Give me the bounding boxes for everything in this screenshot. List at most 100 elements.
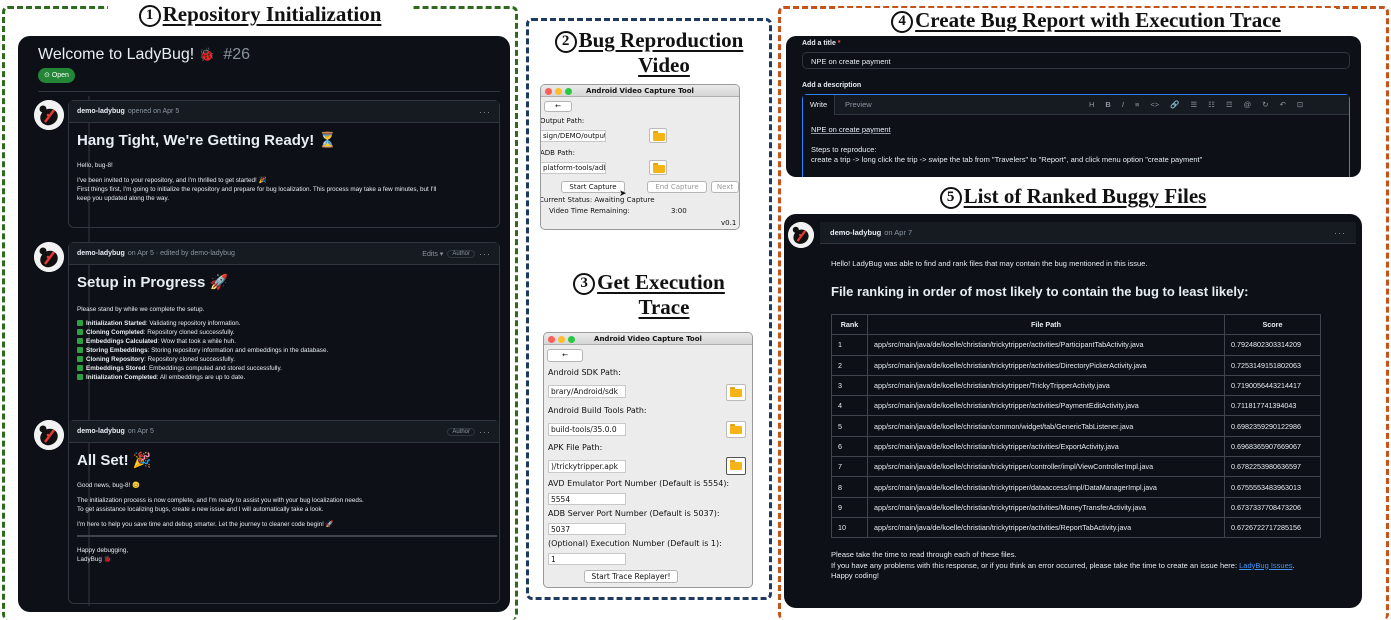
- step-text: : Repository cloned successfully.: [143, 329, 235, 336]
- maximize-window-button[interactable]: [568, 336, 575, 343]
- folder-icon[interactable]: [726, 384, 746, 401]
- section-title-4: 4 Create Bug Report with Execution Trace: [836, 8, 1336, 33]
- more-options-icon[interactable]: ···: [1334, 228, 1346, 238]
- folder-icon[interactable]: [726, 457, 746, 475]
- start-capture-button[interactable]: Start Capture: [561, 181, 625, 193]
- comment-author[interactable]: demo-ladybug: [77, 428, 125, 435]
- avatar[interactable]: [788, 222, 814, 248]
- comment-text: LadyBug 🐞: [77, 556, 112, 563]
- more-options-icon[interactable]: ···: [479, 107, 491, 117]
- tab-write[interactable]: Write: [803, 95, 835, 115]
- comment-author[interactable]: demo-ladybug: [77, 250, 125, 257]
- comment-text: The initialization process is now comple…: [77, 497, 364, 504]
- code-icon[interactable]: <>: [1150, 95, 1159, 115]
- heading-icon[interactable]: H: [1089, 95, 1094, 115]
- task-list-icon[interactable]: ☲: [1226, 95, 1233, 115]
- edits-dropdown[interactable]: Edits ▾: [422, 250, 443, 258]
- unordered-list-icon[interactable]: ☰: [1190, 95, 1197, 115]
- start-trace-replayer-button[interactable]: Start Trace Replayer!: [584, 570, 678, 583]
- adb-path-input[interactable]: platform-tools/adb: [541, 162, 606, 174]
- more-options-icon[interactable]: ···: [479, 249, 491, 259]
- ladybug-avatar-icon: [788, 222, 814, 248]
- author-badge: Author: [447, 249, 475, 258]
- folder-icon[interactable]: [649, 128, 667, 143]
- table-row: 5 app/src/main/java/de/koelle/christian/c…: [831, 415, 1321, 437]
- folder-icon[interactable]: [726, 421, 746, 438]
- ranking-heading: File ranking in order of most likely to …: [831, 284, 1249, 299]
- section-title-2-line2: Video: [638, 52, 690, 77]
- rank-cell: 4: [831, 395, 868, 417]
- avatar[interactable]: [34, 420, 64, 450]
- ladybug-avatar-icon: [34, 100, 64, 130]
- undo-icon[interactable]: ↶: [1280, 95, 1286, 115]
- description-editor[interactable]: Write Preview H B I ≡ <> 🔗 ☰ ☷ ☲ @ ↻ ↶ ⊡…: [802, 94, 1350, 177]
- title-label: Add a title *: [802, 40, 841, 47]
- ladybug-issues-link[interactable]: LadyBug Issues: [1239, 561, 1292, 570]
- end-capture-button[interactable]: End Capture: [647, 181, 707, 193]
- italic-icon[interactable]: I: [1122, 95, 1124, 115]
- bold-icon[interactable]: B: [1105, 95, 1110, 115]
- rank-cell: 6: [831, 435, 868, 458]
- close-window-button[interactable]: [545, 88, 552, 95]
- comment-text: First things first, I'm going to initial…: [77, 186, 437, 193]
- fullscreen-icon[interactable]: ⊡: [1297, 95, 1303, 115]
- step-text: : Wow that took a while huh.: [157, 338, 237, 345]
- comment-text: Good news, bug-8! 😊: [77, 482, 140, 489]
- ranking-table: Rank File Path Score 1 app/src/main/java/…: [831, 313, 1321, 539]
- close-window-button[interactable]: [548, 336, 555, 343]
- mention-icon[interactable]: @: [1244, 95, 1252, 115]
- execution-number-input[interactable]: 1: [548, 553, 626, 565]
- avd-port-input[interactable]: 5554: [548, 493, 626, 505]
- score-cell: 0.6755553483963013: [1224, 476, 1321, 498]
- avatar[interactable]: [34, 100, 64, 130]
- comment-author[interactable]: demo-ladybug: [77, 108, 125, 115]
- checkbox-icon: [77, 329, 83, 335]
- section-title-5-text: List of Ranked Buggy Files: [963, 184, 1207, 208]
- folder-icon[interactable]: [649, 160, 667, 175]
- more-options-icon[interactable]: ···: [479, 427, 491, 437]
- setup-step: Embeddings Calculated: Wow that took a w…: [77, 337, 497, 346]
- file-path-cell: app/src/main/java/de/koelle/christian/tr…: [867, 435, 1225, 458]
- issue-panel: Welcome to LadyBug! 🐞 #26 ⊙ Open demo-la…: [18, 36, 510, 612]
- next-button[interactable]: Next: [711, 181, 739, 193]
- maximize-window-button[interactable]: [565, 88, 572, 95]
- table-row: 7 app/src/main/java/de/koelle/christian/t…: [831, 456, 1321, 478]
- section-title-5: 5 List of Ranked Buggy Files: [908, 184, 1238, 209]
- video-capture-window: Android Video Capture Tool ← Output Path…: [540, 84, 740, 230]
- comment-header: demo-ladybug opened on Apr 5 ···: [69, 101, 499, 123]
- reference-icon[interactable]: ↻: [1262, 95, 1268, 115]
- quote-icon[interactable]: ≡: [1135, 95, 1139, 115]
- minimize-window-button[interactable]: [558, 336, 565, 343]
- step-text: : Repository cloned successfully.: [144, 356, 235, 363]
- comment-text: keep you updated along the way.: [77, 195, 169, 202]
- minimize-window-button[interactable]: [555, 88, 562, 95]
- step-label: Cloning Completed: [86, 329, 144, 336]
- ordered-list-icon[interactable]: ☷: [1208, 95, 1215, 115]
- apk-path-input[interactable]: )/trickytripper.apk: [548, 460, 626, 473]
- adb-port-label: ADB Server Port Number (Default is 5037)…: [548, 509, 720, 518]
- sdk-path-input[interactable]: brary/Android/sdk: [548, 385, 626, 398]
- section-title-2-line1: Bug Reproduction: [578, 28, 744, 52]
- rank-cell: 9: [831, 496, 868, 518]
- tab-preview[interactable]: Preview: [845, 95, 872, 115]
- comment-card-1: demo-ladybug opened on Apr 5 ··· Hang Ti…: [68, 100, 500, 228]
- link-icon[interactable]: 🔗: [1170, 95, 1179, 115]
- comment-author[interactable]: demo-ladybug: [830, 228, 881, 237]
- footer-text-span: If you have any problems with this respo…: [831, 560, 1238, 570]
- avatar[interactable]: [34, 242, 64, 272]
- formatting-toolbar: H B I ≡ <> 🔗 ☰ ☷ ☲ @ ↻ ↶ ⊡: [1089, 95, 1303, 115]
- step-text: : Validating repository information.: [145, 320, 241, 327]
- comment-text: Please stand by while we complete the se…: [77, 306, 205, 313]
- output-path-input[interactable]: sign/DEMO/output: [541, 130, 606, 142]
- adb-port-input[interactable]: 5037: [548, 523, 626, 535]
- score-cell: 0.6782253980636597: [1224, 456, 1321, 478]
- checkbox-icon: [77, 347, 83, 353]
- issue-number: #26: [223, 46, 251, 63]
- table-row: 8 app/src/main/java/de/koelle/christian/t…: [831, 476, 1321, 498]
- title-input[interactable]: NPE on create payment: [802, 52, 1350, 69]
- sdk-path-label: Android SDK Path:: [548, 368, 621, 377]
- back-arrow-button[interactable]: ←: [547, 349, 583, 362]
- back-arrow-button[interactable]: ←: [544, 101, 572, 112]
- description-text: NPE on create payment Steps to reproduce…: [811, 125, 1202, 165]
- build-tools-input[interactable]: build-tools/35.0.0: [548, 423, 626, 436]
